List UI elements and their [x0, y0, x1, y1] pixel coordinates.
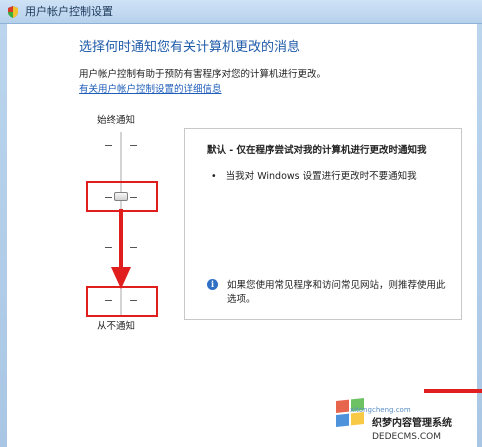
- info-icon: i: [207, 279, 218, 290]
- window-title: 用户帐户控制设置: [25, 5, 113, 18]
- recommendation-note: 如果您使用常见程序和访问常见网站，则推荐使用此选项。: [227, 280, 446, 305]
- page-description: 用户帐户控制有助于预防有害程序对您的计算机进行更改。: [79, 69, 327, 80]
- level-bullet-text: 当我对 Windows 设置进行更改时不要通知我: [225, 171, 417, 182]
- level-description-box: 默认 - 仅在程序尝试对我的计算机进行更改时通知我 • 当我对 Windows …: [184, 128, 462, 320]
- uac-details-link[interactable]: 有关用户帐户控制设置的详细信息: [79, 84, 222, 96]
- slider-tick: [130, 145, 137, 146]
- slider-tick: [105, 145, 112, 146]
- title-bar[interactable]: 用户帐户控制设置: [0, 0, 482, 24]
- uac-shield-icon: [8, 6, 18, 18]
- level-title: 默认 - 仅在程序尝试对我的计算机进行更改时通知我: [207, 145, 427, 156]
- client-area: 选择何时通知您有关计算机更改的消息 用户帐户控制有助于预防有害程序对您的计算机进…: [7, 24, 477, 447]
- slider-bottom-label: 从不通知: [97, 321, 136, 332]
- highlight-current-level: [86, 181, 158, 212]
- watermark-brand: 织梦内容管理系统: [372, 418, 452, 429]
- down-arrow-icon: [111, 209, 131, 289]
- watermark-url: xitongcheng.com: [350, 406, 411, 414]
- watermark-site: DEDECMS.COM: [372, 432, 441, 442]
- page-heading: 选择何时通知您有关计算机更改的消息: [79, 40, 301, 55]
- slider-top-label: 始终通知: [97, 115, 136, 126]
- level-bullet: • 当我对 Windows 设置进行更改时不要通知我: [211, 171, 417, 182]
